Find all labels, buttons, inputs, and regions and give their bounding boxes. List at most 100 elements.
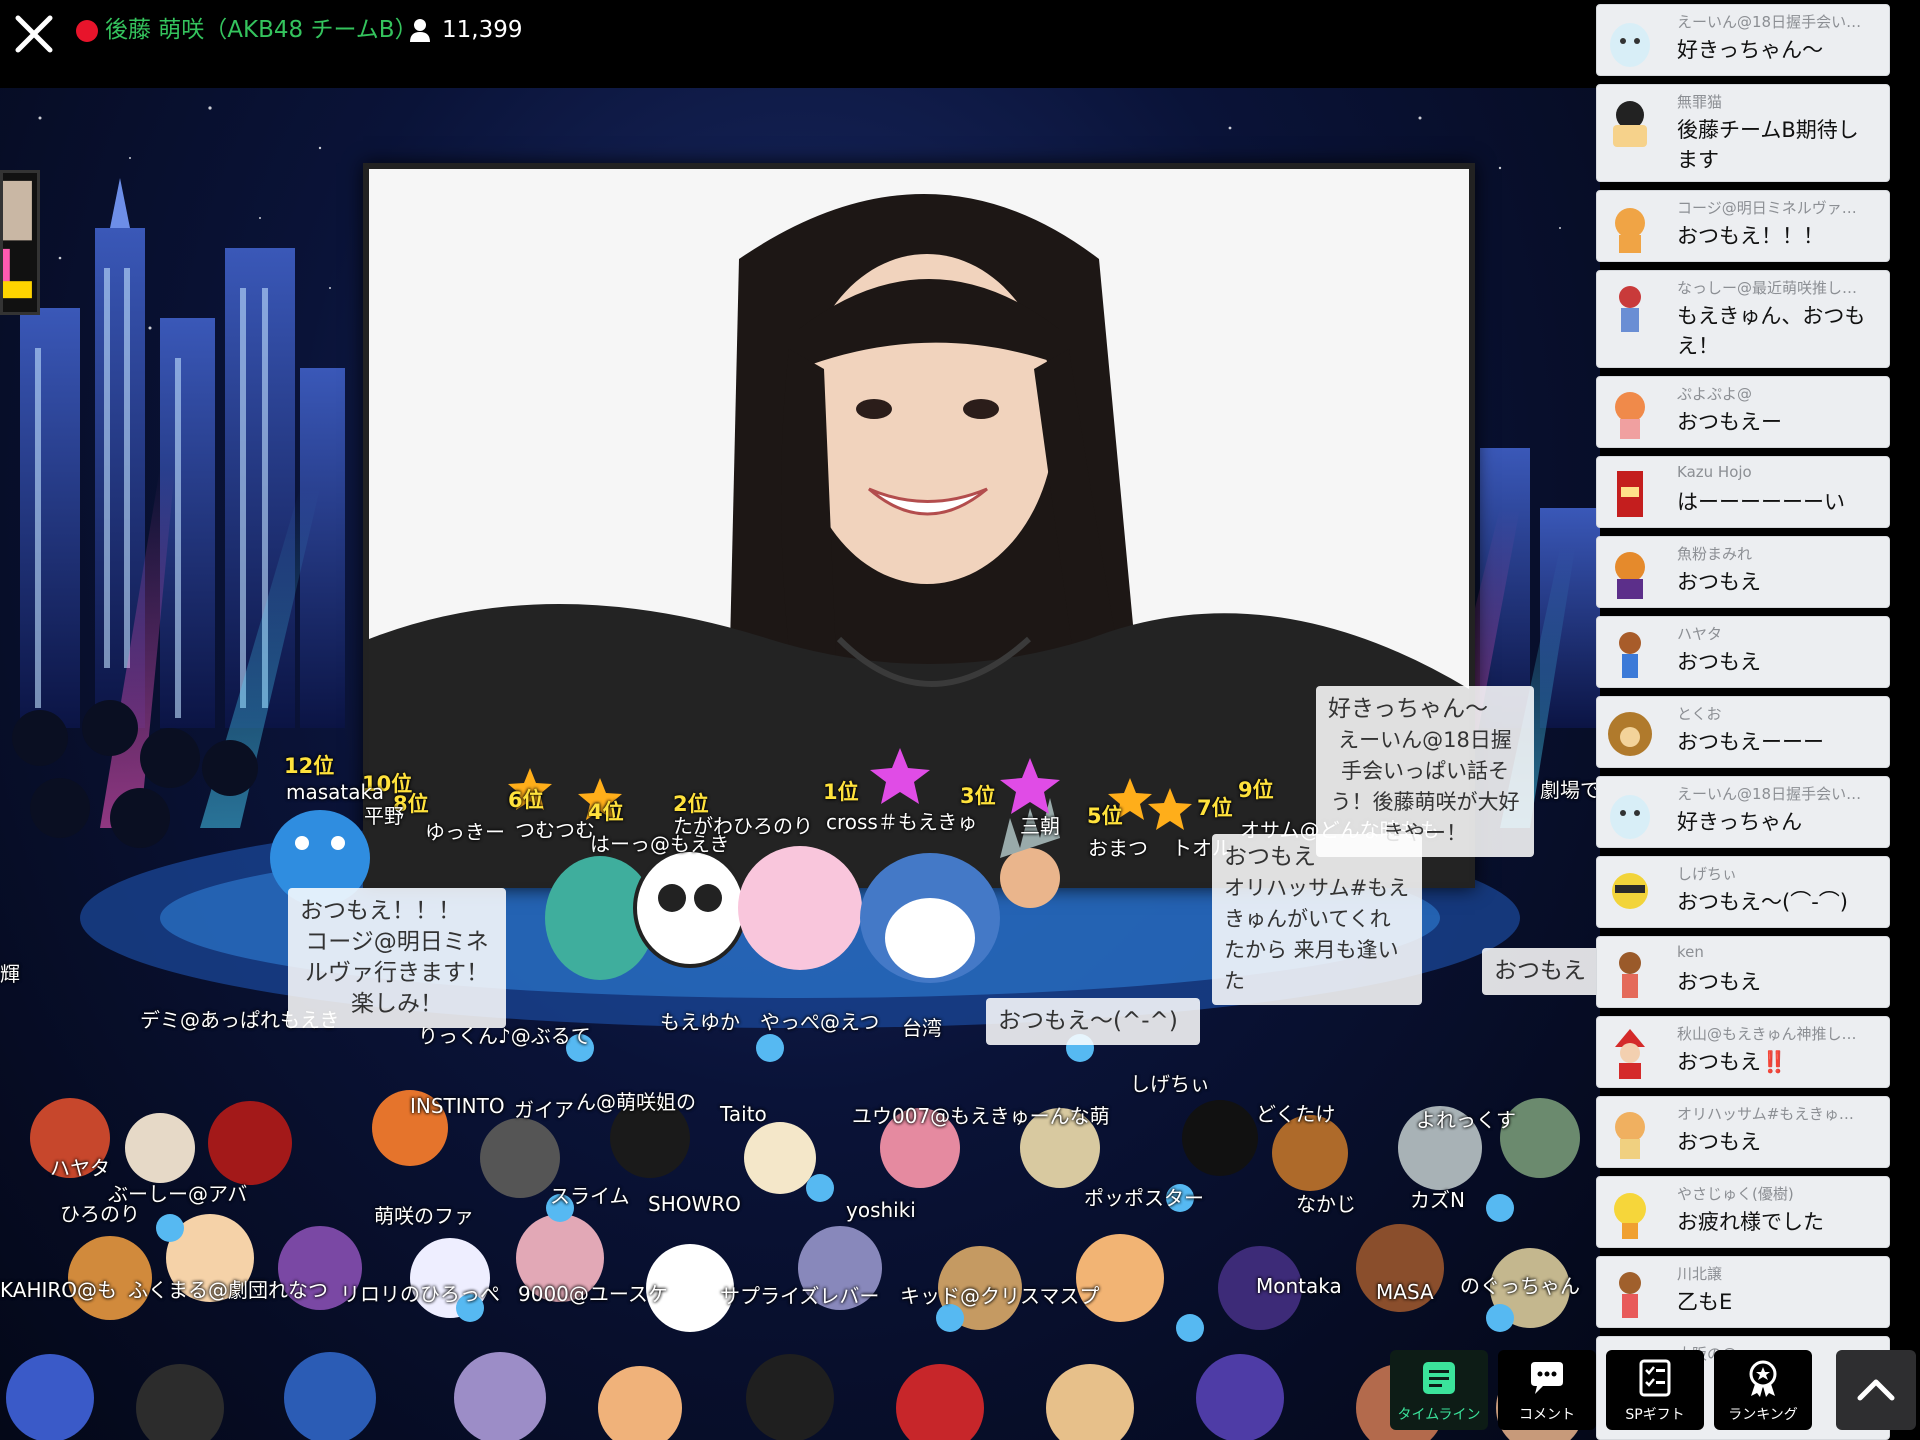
viewer-name: ん@萌咲姐の [576, 1090, 696, 1114]
chat-item[interactable]: しげちぃ おつもえ〜(⌒-⌒) [1596, 856, 1890, 928]
viewer-name: MASA [1376, 1280, 1434, 1304]
ranking-icon [1749, 1360, 1777, 1397]
viewer-name: リロリのひろっぺ [340, 1282, 500, 1306]
viewer-name: どくたけ [1256, 1102, 1336, 1126]
avatar [1619, 632, 1641, 678]
avatar [1615, 208, 1645, 253]
chat-username: Kazu Hojo [1677, 463, 1752, 481]
chat-item[interactable]: オリハッサム#もえきゅ… おつもえ [1596, 1096, 1890, 1168]
bubble-text: おつもえ！！！ [300, 898, 461, 924]
viewer-icon [410, 19, 430, 42]
avatar [1619, 1272, 1641, 1318]
viewer-name: 輝 [0, 962, 20, 986]
avatar [1619, 952, 1641, 998]
chat-item[interactable]: ぷよぷよ@ おつもえー [1596, 376, 1890, 448]
comment-icon [1531, 1362, 1563, 1394]
chat-item[interactable]: とくお おつもえーーー [1596, 696, 1890, 768]
bottom-toolbar: タイムライン コメント SPギフト ランキング [1390, 1350, 1812, 1430]
chat-item[interactable]: ken おつもえ [1596, 936, 1890, 1008]
gift-icon [1639, 1359, 1671, 1397]
chat-message: 好きっちゃん〜 [1677, 38, 1824, 62]
bubble-text: えーいん@18日握手会いっぱい話そう！後藤萌咲が大好きやー！ [1330, 728, 1520, 845]
chat-message: おつもえ‼️ [1677, 1050, 1788, 1074]
rank-label: 5位 [1087, 804, 1123, 828]
chat-username: ken [1677, 943, 1704, 961]
chat-item[interactable]: やさじゅく(優樹) お疲れ様でした [1596, 1176, 1890, 1248]
avatar [1613, 101, 1647, 147]
avatar [1608, 712, 1652, 756]
tab-ranking[interactable]: ランキング [1714, 1350, 1812, 1430]
viewer-name: 萌咲のファ [374, 1204, 474, 1228]
viewer-name: なかじ [1296, 1192, 1356, 1216]
chat-item[interactable]: えーいん@18日握手会い… 好きっちゃん [1596, 776, 1890, 848]
chat-item[interactable]: 無罪猫 後藤チームB期待します [1596, 84, 1890, 182]
chat-item[interactable]: 秋山@もえきゅん神推し… おつもえ‼️ [1596, 1016, 1890, 1088]
tab-ranking-label: ランキング [1728, 1407, 1798, 1423]
stage-scene: 12位 10位 8位 6位 4位 2位 1位 3位 5位 7位 9位 masat… [0, 88, 1600, 1440]
chat-item[interactable]: 川北譲 乙もE [1596, 1256, 1890, 1328]
chat-item[interactable]: 魚粉まみれ おつもえ [1596, 536, 1890, 608]
chat-message: お疲れ様でした [1677, 1210, 1824, 1234]
tab-sp-gift-label: SPギフト [1625, 1407, 1685, 1423]
viewer-name: ふくまる@劇団れなつ [128, 1278, 328, 1302]
tab-comment-label: コメント [1519, 1407, 1575, 1423]
chat-message: おつもえ〜(⌒-⌒) [1677, 890, 1848, 914]
chat-message: 後藤チームB期待します [1677, 118, 1859, 172]
chat-item[interactable]: Kazu Hojo はーーーーーーい [1596, 456, 1890, 528]
tab-comment[interactable]: コメント [1498, 1350, 1596, 1430]
chat-timeline[interactable]: えーいん@18日握手会い… 好きっちゃん〜 無罪猫 後藤チームB期待します コー… [1596, 0, 1890, 1440]
viewer-name: Montaka [1256, 1274, 1342, 1298]
chat-message: おつもえ [1677, 650, 1761, 674]
close-button[interactable] [10, 10, 58, 58]
chat-username: オリハッサム#もえきゅ… [1677, 1105, 1854, 1123]
chat-message: 乙もE [1677, 1290, 1733, 1314]
comment-bubble: おつもえ [1482, 948, 1600, 995]
viewer-name: SHOWRO [648, 1192, 741, 1216]
avatar [1614, 1193, 1646, 1239]
tab-sp-gift[interactable]: SPギフト [1606, 1350, 1704, 1430]
chat-username: 無罪猫 [1677, 93, 1723, 111]
chat-username: 魚粉まみれ [1677, 545, 1753, 563]
viewer-name: ポッポスター [1084, 1186, 1204, 1210]
chat-username: えーいん@18日握手会い… [1677, 785, 1862, 803]
viewer-name: 9000@ユースケ [518, 1282, 668, 1306]
comment-bubble: おつもえ オリハッサム#もえきゅんがいてくれたから 来月も逢いた [1212, 834, 1422, 1005]
comment-bubble: 好きっちゃん〜 えーいん@18日握手会いっぱい話そう！後藤萌咲が大好きやー！ [1316, 686, 1534, 857]
avatar [1619, 286, 1641, 332]
chat-username: しげちぃ [1677, 865, 1738, 883]
viewer-name: 劇場で [1540, 778, 1600, 802]
tab-timeline[interactable]: タイムライン [1390, 1350, 1488, 1430]
viewer-name: ゆっきー [425, 820, 505, 844]
bubble-text: コージ@明日ミネルヴァ行きます！楽しみ！ [305, 929, 489, 1017]
chat-item[interactable]: ハヤタ おつもえ [1596, 616, 1890, 688]
scroll-to-top-button[interactable] [1836, 1350, 1916, 1430]
bubble-text: オリハッサム#もえきゅんがいてくれたから 来月も逢いた [1224, 876, 1410, 993]
avatar [1617, 471, 1643, 517]
viewer-name: つむつむ [515, 818, 595, 842]
rank-label: 12位 [284, 754, 335, 778]
chat-item[interactable]: コージ@明日ミネルヴァ… おつもえ！！！ [1596, 190, 1890, 262]
viewer-name: たがわひろのり [673, 814, 813, 838]
viewer-name: のぐっちゃん [1460, 1274, 1580, 1298]
avatar [1612, 873, 1648, 909]
chat-message: おつもえ [1677, 1130, 1761, 1154]
viewer-name: 三朝 [1020, 814, 1060, 838]
viewer-name: キッド@クリスマスプ [900, 1284, 1100, 1308]
viewer-name: カズN [1410, 1188, 1465, 1212]
rank-label: 6位 [508, 788, 544, 812]
viewer-name: もえゆか [660, 1010, 740, 1034]
viewer-name: ハヤタ [50, 1156, 110, 1180]
chat-username: 秋山@もえきゅん神推し… [1677, 1025, 1857, 1043]
chat-username: 川北譲 [1677, 1265, 1723, 1283]
chat-item[interactable]: なっしー@最近萌咲推し… もえきゅん、おつもえ！ [1596, 270, 1890, 368]
viewer-name: ガイア [514, 1098, 574, 1122]
streamer-name[interactable]: 後藤 萌咲（AKB48 チームB） [105, 14, 418, 46]
close-icon [15, 15, 53, 53]
avatar [1615, 392, 1645, 439]
chat-message: おつもえ [1677, 970, 1761, 994]
viewer-name: cross＃もえきゅ [826, 810, 978, 834]
avatar [1615, 1112, 1645, 1159]
viewer-name: KAHIRO@も [0, 1278, 118, 1302]
chat-item[interactable]: えーいん@18日握手会い… 好きっちゃん〜 [1596, 4, 1890, 76]
chat-message: おつもえーーー [1677, 730, 1824, 754]
